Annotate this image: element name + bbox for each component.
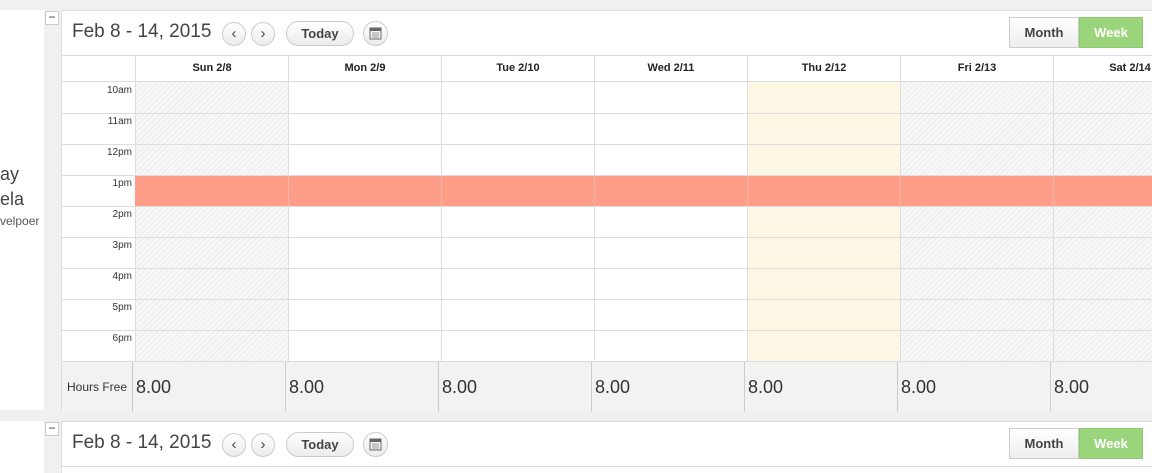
today-button[interactable]: Today	[286, 21, 354, 46]
day-header: Tue 2/10	[441, 56, 594, 81]
week-calendar: Feb 8 - 14, 2015 ‹ › Today Month Week Su…	[61, 10, 1152, 412]
month-view-button-2[interactable]: Month	[1009, 428, 1079, 459]
user-card: ay ela velpoer	[0, 10, 44, 410]
hour-label: 4pm	[112, 271, 132, 282]
view-switcher: Month Week	[1009, 17, 1143, 48]
day-header: Wed 2/11	[594, 56, 747, 81]
week-view-button-2[interactable]: Week	[1079, 428, 1143, 459]
prev-week-button-2[interactable]: ‹	[222, 433, 246, 457]
next-week-button[interactable]: ›	[251, 22, 275, 46]
hours-free-value: 8.00	[744, 362, 897, 412]
collapse-button[interactable]: −	[45, 11, 59, 25]
user-name-line2: ela	[0, 189, 25, 209]
hours-free-value: 8.00	[285, 362, 438, 412]
hours-free-value: 8.00	[438, 362, 591, 412]
prev-week-button[interactable]: ‹	[222, 22, 246, 46]
hours-free-value: 8.00	[591, 362, 744, 412]
hour-gridline	[62, 206, 1152, 207]
hour-label: 3pm	[112, 240, 132, 251]
month-view-button[interactable]: Month	[1009, 17, 1079, 48]
hour-label: 6pm	[112, 333, 132, 344]
hour-gridline	[62, 330, 1152, 331]
day-column[interactable]	[441, 82, 594, 361]
hour-label: 2pm	[112, 209, 132, 220]
busy-block-divider	[900, 176, 901, 207]
busy-block-divider	[288, 176, 289, 207]
collapse-button-2[interactable]: −	[45, 422, 59, 436]
day-header: Thu 2/12	[747, 56, 900, 81]
hours-free-value: 8.00	[897, 362, 1050, 412]
hour-label: 11am	[107, 116, 132, 127]
calendar-toolbar-2: Feb 8 - 14, 2015 ‹ › Today Month Week	[62, 422, 1152, 467]
hour-gridline	[62, 113, 1152, 114]
hour-gridline	[62, 299, 1152, 300]
hours-free-row: Hours Free 8.00 8.00 8.00 8.00 8.00 8.00 8.00	[62, 361, 1152, 412]
hour-label: 5pm	[112, 302, 132, 313]
user-role: velpoer	[0, 214, 40, 228]
hour-gridline	[62, 237, 1152, 238]
schedule-panel-2: − Feb 8 - 14, 2015 ‹ › Today Month Week	[0, 421, 1152, 473]
calendar-icon	[369, 438, 382, 451]
hour-gridline	[62, 268, 1152, 269]
day-column[interactable]	[900, 82, 1053, 361]
date-range-title-2: Feb 8 - 14, 2015	[72, 432, 212, 453]
next-week-button-2[interactable]: ›	[251, 433, 275, 457]
busy-block-divider	[1053, 176, 1054, 207]
day-header: Mon 2/9	[288, 56, 441, 81]
day-column[interactable]	[288, 82, 441, 361]
week-calendar-2: Feb 8 - 14, 2015 ‹ › Today Month Week	[61, 421, 1152, 473]
day-column[interactable]	[1053, 82, 1152, 361]
schedule-panel: ay ela velpoer − Feb 8 - 14, 2015 ‹ › To…	[0, 10, 1152, 412]
hour-label: 10am	[106, 85, 132, 96]
calendar-toolbar: Feb 8 - 14, 2015 ‹ › Today Month Week	[62, 11, 1152, 56]
hour-label: 12pm	[106, 147, 132, 158]
busy-block-divider	[747, 176, 748, 207]
day-header: Fri 2/13	[900, 56, 1053, 81]
date-picker-button[interactable]	[363, 21, 388, 46]
hours-free-value: 8.00	[132, 362, 285, 412]
user-name-line1: ay	[0, 164, 20, 184]
week-view-button[interactable]: Week	[1079, 17, 1143, 48]
week-grid: Sun 2/8 Mon 2/9 Tue 2/10 Wed 2/11 Thu 2/12 Fr…	[62, 56, 1152, 412]
hours-free-label: Hours Free	[67, 380, 128, 394]
day-header: Sun 2/8	[135, 56, 288, 81]
date-range-title: Feb 8 - 14, 2015	[72, 21, 212, 42]
day-column[interactable]	[747, 82, 900, 361]
date-picker-button-2[interactable]	[363, 432, 388, 457]
hour-label: 1pm	[112, 178, 132, 189]
view-switcher-2: Month Week	[1009, 428, 1143, 459]
busy-block-divider	[441, 176, 442, 207]
user-card-2	[0, 421, 44, 473]
hours-free-value: 8.00	[1050, 362, 1152, 412]
day-header-row: Sun 2/8 Mon 2/9 Tue 2/10 Wed 2/11 Thu 2/12 Fr…	[62, 56, 1152, 82]
day-header: Sat 2/14	[1053, 56, 1152, 81]
day-column[interactable]	[594, 82, 747, 361]
busy-block-divider	[594, 176, 595, 207]
today-button-2[interactable]: Today	[286, 432, 354, 457]
calendar-icon	[369, 27, 382, 40]
day-column[interactable]	[135, 82, 288, 361]
hour-gridline	[62, 144, 1152, 145]
